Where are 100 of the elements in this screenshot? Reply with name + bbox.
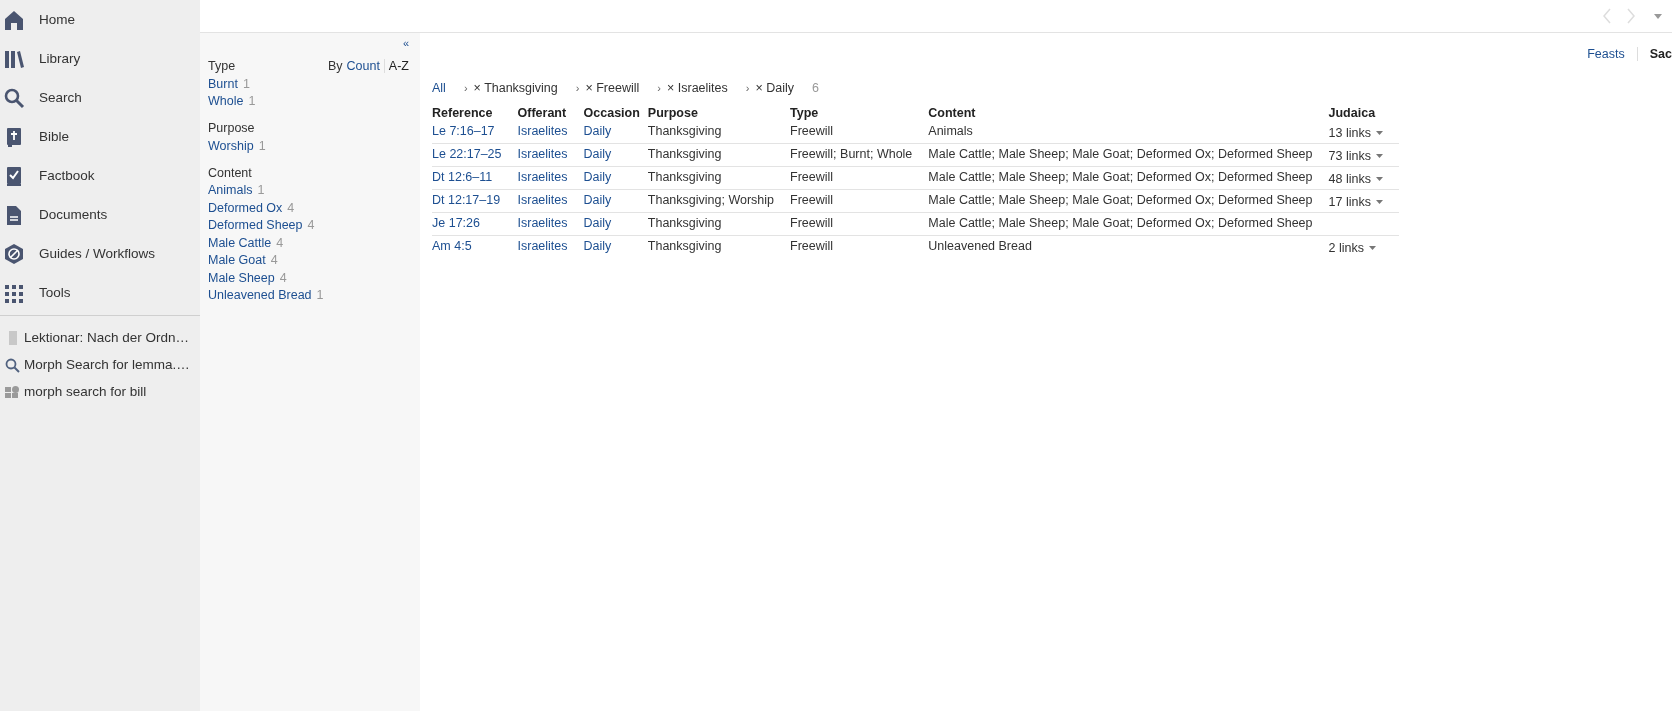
column-header: Purpose xyxy=(647,103,791,121)
filter-link[interactable]: Whole xyxy=(208,94,244,109)
filter-chip[interactable]: × Israelites xyxy=(666,81,728,95)
filter-link[interactable]: Deformed Ox xyxy=(208,200,283,215)
filter-count: 4 xyxy=(270,253,278,268)
filter-count: 1 xyxy=(257,183,265,198)
filter-count: 1 xyxy=(316,288,324,303)
filter-count: 4 xyxy=(279,270,287,285)
sidebar-nav-item[interactable]: Search xyxy=(0,78,200,117)
reference-link[interactable]: Daily xyxy=(583,239,612,253)
filter-group-title: Purpose xyxy=(208,121,255,135)
view-tab[interactable]: Feasts xyxy=(1575,47,1637,61)
table-cell: Freewill xyxy=(790,239,834,253)
filter-chip[interactable]: × Daily xyxy=(755,81,794,95)
table-cell: Male Cattle; Male Sheep; Male Goat; Deformed Ox; Deformed Sheep xyxy=(928,170,1313,184)
sort-option[interactable]: Count xyxy=(342,59,384,73)
filter-count: 4 xyxy=(307,218,315,233)
reference-link[interactable]: Daily xyxy=(583,216,612,230)
filter-link[interactable]: Male Sheep xyxy=(208,270,275,285)
filter-count: 4 xyxy=(276,235,284,250)
table-cell: Thanksgiving xyxy=(647,239,722,253)
filter-group-title: Type xyxy=(208,59,236,73)
search-icon xyxy=(3,86,25,109)
sidebar-nav-item[interactable]: Library xyxy=(0,39,200,78)
reference-link[interactable]: Le 22:17–25 xyxy=(432,147,502,161)
table-cell: Thanksgiving xyxy=(647,124,722,138)
column-header: Occasion xyxy=(583,103,648,121)
caret-icon xyxy=(1375,154,1383,158)
collapse-button[interactable]: « xyxy=(402,37,409,49)
filter-link[interactable]: Animals xyxy=(208,183,253,198)
breadcrumb-separator: › xyxy=(745,82,750,94)
links-dropdown[interactable]: 13 links xyxy=(1328,126,1383,140)
breadcrumb-separator: › xyxy=(657,82,661,94)
breadcrumb-link[interactable]: All xyxy=(432,81,446,95)
links-dropdown[interactable]: 2 links xyxy=(1328,241,1376,255)
table-cell: Thanksgiving xyxy=(647,170,722,184)
reference-link[interactable]: Dt 12:6–11 xyxy=(432,170,493,184)
reference-link[interactable]: Daily xyxy=(583,124,612,138)
reference-link[interactable]: Israelites xyxy=(517,239,568,253)
table-cell: Male Cattle; Male Sheep; Male Goat; Deformed Ox; Deformed Sheep xyxy=(928,193,1313,207)
filter-count: 1 xyxy=(248,94,256,109)
table-cell: Thanksgiving xyxy=(647,216,722,230)
blocks-icon xyxy=(4,383,20,400)
table-cell: Freewill xyxy=(790,216,834,230)
filter-count: 1 xyxy=(242,76,250,91)
home-icon xyxy=(3,8,25,31)
sidebar-nav-item[interactable]: Home xyxy=(0,0,200,39)
hexagon-compass-icon xyxy=(3,242,25,265)
caret-icon xyxy=(1375,131,1383,135)
reference-link[interactable]: Am 4:5 xyxy=(432,239,472,253)
column-header: Judaica xyxy=(1328,105,1377,121)
sort-option[interactable]: A-Z xyxy=(383,59,409,73)
filter-count: 1 xyxy=(258,138,266,153)
caret-icon xyxy=(1375,200,1383,204)
reference-link[interactable]: Israelites xyxy=(517,124,568,138)
table-cell: Unleavened Bread xyxy=(928,239,1032,253)
filter-link[interactable]: Worship xyxy=(208,138,254,153)
column-header: Reference xyxy=(432,103,518,121)
reference-link[interactable]: Israelites xyxy=(517,193,568,207)
sidebar-nav-item[interactable]: Bible xyxy=(0,117,200,156)
filter-link[interactable]: Deformed Sheep xyxy=(208,218,303,233)
reference-link[interactable]: Daily xyxy=(583,147,612,161)
recent-item[interactable]: Lektionar: Nach der Ordn… xyxy=(0,324,200,351)
column-header: Offerant xyxy=(517,103,584,121)
filter-chip[interactable]: × Freewill xyxy=(585,81,640,95)
filter-chip[interactable]: × Thanksgiving xyxy=(473,81,558,95)
caret-icon xyxy=(1368,246,1376,250)
table-cell: Thanksgiving; Worship xyxy=(647,193,775,207)
reference-link[interactable]: Israelites xyxy=(517,147,568,161)
recent-item[interactable]: morph search for bill xyxy=(0,378,200,405)
reference-link[interactable]: Daily xyxy=(583,193,612,207)
table-cell: Male Cattle; Male Sheep; Male Goat; Deformed Ox; Deformed Sheep xyxy=(928,147,1313,161)
sidebar-nav-item[interactable]: Tools xyxy=(0,273,200,312)
filter-link[interactable]: Male Cattle xyxy=(208,235,272,250)
sidebar-nav-item[interactable]: Factbook xyxy=(0,156,200,195)
search-icon xyxy=(4,356,20,373)
breadcrumb-separator: › xyxy=(463,82,468,94)
result-count: 6 xyxy=(812,81,819,95)
reference-link[interactable]: Israelites xyxy=(517,170,568,184)
reference-link[interactable]: Daily xyxy=(583,170,612,184)
links-dropdown[interactable]: 48 links xyxy=(1328,172,1383,186)
links-dropdown[interactable]: 73 links xyxy=(1328,149,1383,163)
links-dropdown[interactable]: 17 links xyxy=(1328,195,1383,209)
reference-link[interactable]: Je 17:26 xyxy=(432,216,480,230)
caret-icon[interactable] xyxy=(1654,13,1662,19)
table-cell: Freewill; Burnt; Whole xyxy=(790,147,913,161)
reference-link[interactable]: Israelites xyxy=(517,216,568,230)
reference-link[interactable]: Dt 12:17–19 xyxy=(432,193,501,207)
column-header: Type xyxy=(790,103,929,121)
filter-link[interactable]: Male Goat xyxy=(208,253,266,268)
table-cell: Freewill xyxy=(790,170,834,184)
sidebar-nav-item[interactable]: Guides / Workflows xyxy=(0,234,200,273)
table-cell: Freewill xyxy=(790,124,834,138)
filter-link[interactable]: Unleavened Bread xyxy=(208,288,312,303)
table-cell: Animals xyxy=(928,124,973,138)
reference-link[interactable]: Le 7:16–17 xyxy=(432,124,495,138)
recent-item[interactable]: Morph Search for lemma.… xyxy=(0,351,200,378)
sidebar-nav-item[interactable]: Documents xyxy=(0,195,200,234)
view-tab[interactable]: Sac xyxy=(1636,47,1672,61)
filter-link[interactable]: Burnt xyxy=(208,76,238,91)
